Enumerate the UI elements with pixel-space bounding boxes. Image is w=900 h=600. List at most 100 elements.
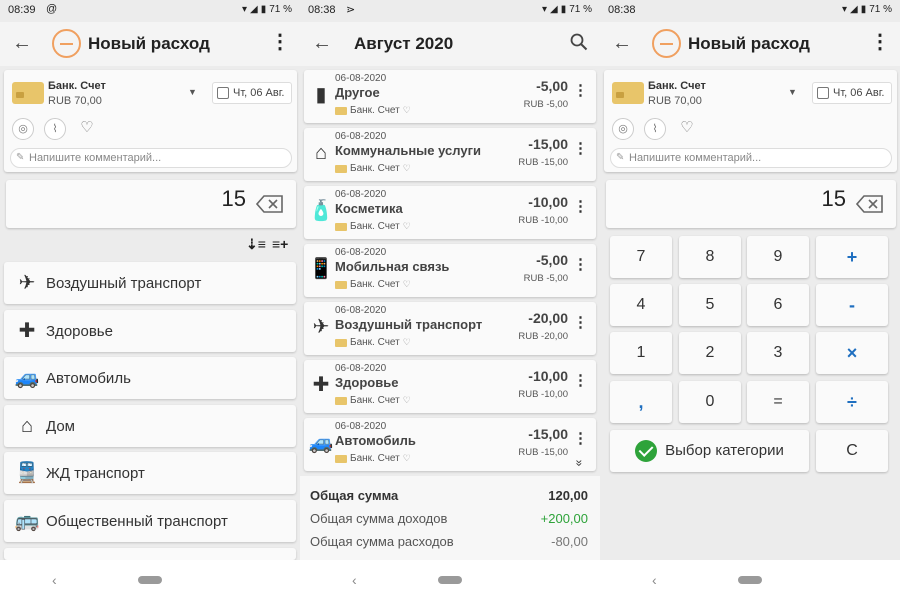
folder-icon: ▮: [315, 84, 327, 106]
transaction-menu-icon[interactable]: ⋮: [573, 141, 588, 156]
calendar-icon: [817, 87, 829, 99]
camera-icon[interactable]: ◎: [612, 118, 634, 140]
category-item[interactable]: 🚙 Автомобиль: [4, 357, 296, 399]
key-9[interactable]: 9: [747, 236, 809, 278]
nav-bar: ‹: [0, 560, 300, 600]
category-item[interactable]: ✈ Воздушный транспорт: [4, 262, 296, 304]
minus-key[interactable]: -: [816, 284, 888, 326]
transaction-currency-amount: RUB -5,00: [523, 99, 568, 110]
transaction-date: 06-08-2020: [335, 363, 387, 374]
account-name[interactable]: Банк. Счет: [648, 80, 706, 92]
transaction-row[interactable]: ✚ 06-08-2020 Здоровье -10,00 RUB -10,00 Банк.…: [304, 360, 596, 413]
sort-icon[interactable]: ⇣≡: [246, 236, 266, 253]
transaction-menu-icon[interactable]: ⋮: [573, 431, 588, 446]
date-picker[interactable]: Чт, 06 Авг.: [812, 82, 892, 104]
more-menu-icon[interactable]: ⋮: [870, 32, 890, 52]
key-2[interactable]: 2: [679, 332, 741, 374]
transaction-menu-icon[interactable]: ⋮: [573, 257, 588, 272]
transaction-menu-icon[interactable]: ⋮: [573, 373, 588, 388]
transaction-row[interactable]: 🚙 06-08-2020 Автомобиль -15,00 RUB -15,00 Бан…: [304, 418, 596, 471]
paperclip-icon[interactable]: ⌇: [644, 118, 666, 140]
account-balance: RUB 70,00: [48, 95, 102, 107]
category-label: ЖД транспорт: [46, 465, 145, 482]
multiply-key[interactable]: ×: [816, 332, 888, 374]
amount-display: 15: [606, 180, 896, 228]
category-item-partial[interactable]: [4, 548, 296, 560]
backspace-icon[interactable]: [856, 194, 884, 214]
transaction-date: 06-08-2020: [335, 189, 387, 200]
back-arrow-icon[interactable]: ←: [612, 32, 632, 55]
comment-placeholder: Напишите комментарий...: [29, 152, 162, 164]
new-expense-keypad-screen: 08:38 ▾ ◢ ▮ 71 % ← Новый расход ⋮ Банк. …: [600, 0, 900, 600]
account-dropdown-icon[interactable]: ▼: [188, 87, 197, 97]
car-icon: 🚙: [308, 432, 334, 454]
paperclip-icon[interactable]: ⌇: [44, 118, 66, 140]
transaction-amount: -10,00: [528, 194, 568, 210]
key-7[interactable]: 7: [610, 236, 672, 278]
category-item[interactable]: ✚ Здоровье: [4, 310, 296, 352]
clear-key[interactable]: C: [816, 430, 888, 472]
category-item[interactable]: 🚌 Общественный транспорт: [4, 500, 296, 542]
key-4[interactable]: 4: [610, 284, 672, 326]
home-pill-icon[interactable]: [438, 576, 462, 584]
equals-key[interactable]: =: [747, 381, 809, 423]
total-label: Общая сумма: [310, 488, 399, 503]
date-picker[interactable]: Чт, 06 Авг.: [212, 82, 292, 104]
divide-key[interactable]: ÷: [816, 381, 888, 423]
transaction-menu-icon[interactable]: ⋮: [573, 83, 588, 98]
choose-category-button[interactable]: Выбор категории: [610, 430, 809, 472]
transaction-amount: -5,00: [536, 78, 568, 94]
home-pill-icon[interactable]: [138, 576, 162, 584]
transaction-menu-icon[interactable]: ⋮: [573, 199, 588, 214]
bank-card-icon: [612, 82, 644, 104]
decimal-key[interactable]: ,: [610, 381, 672, 423]
battery-level: 71 %: [869, 4, 892, 15]
status-right: ▾ ◢ ▮ 71 %: [842, 4, 892, 15]
status-time: 08:38: [308, 4, 336, 16]
status-bar: 08:39 @ ▾ ◢ ▮ 71 %: [0, 0, 300, 22]
income-label: Общая сумма доходов: [310, 511, 448, 526]
nav-back-icon[interactable]: ‹: [52, 572, 57, 588]
tag-icon: ♡: [402, 337, 411, 347]
key-5[interactable]: 5: [679, 284, 741, 326]
status-right: ▾ ◢ ▮ 71 %: [542, 4, 592, 15]
add-tag-icon[interactable]: ♡: [76, 118, 98, 140]
key-3[interactable]: 3: [747, 332, 809, 374]
transaction-row[interactable]: 🧴 06-08-2020 Косметика -10,00 RUB -10,00 Банк…: [304, 186, 596, 239]
car-icon: 🚙: [14, 367, 40, 389]
expand-more-icon[interactable]: »: [572, 460, 586, 467]
transaction-row[interactable]: 📱 06-08-2020 Мобильная связь -5,00 RUB -5,00…: [304, 244, 596, 297]
camera-icon[interactable]: ◎: [12, 118, 34, 140]
transaction-row[interactable]: ⌂ 06-08-2020 Коммунальные услуги -15,00 RUB …: [304, 128, 596, 181]
home-pill-icon[interactable]: [738, 576, 762, 584]
comment-input[interactable]: ✎ Напишите комментарий...: [610, 148, 892, 168]
new-expense-category-screen: 08:39 @ ▾ ◢ ▮ 71 % ← Новый расход ⋮ Банк…: [0, 0, 300, 600]
add-tag-icon[interactable]: ♡: [676, 118, 698, 140]
wifi-icon: ▾: [841, 4, 847, 15]
nav-back-icon[interactable]: ‹: [352, 572, 357, 588]
more-menu-icon[interactable]: ⋮: [270, 32, 290, 52]
plus-key[interactable]: +: [816, 236, 888, 278]
account-name[interactable]: Банк. Счет: [48, 80, 106, 92]
backspace-icon[interactable]: [256, 194, 284, 214]
key-0[interactable]: 0: [679, 381, 741, 423]
nav-back-icon[interactable]: ‹: [652, 572, 657, 588]
account-dropdown-icon[interactable]: ▼: [788, 87, 797, 97]
key-8[interactable]: 8: [679, 236, 741, 278]
category-item[interactable]: 🚆 ЖД транспорт: [4, 452, 296, 494]
back-arrow-icon[interactable]: ←: [312, 32, 332, 55]
key-1[interactable]: 1: [610, 332, 672, 374]
transaction-menu-icon[interactable]: ⋮: [573, 315, 588, 330]
category-item[interactable]: ⌂ Дом: [4, 405, 296, 447]
expense-minus-icon: [652, 29, 681, 58]
transaction-date: 06-08-2020: [335, 305, 387, 316]
transactions-screen: 08:38 ⋗ ▾ ◢ ▮ 71 % ← Август 2020 ▮ 06-08-…: [300, 0, 600, 600]
transaction-row[interactable]: ▮ 06-08-2020 Другое -5,00 RUB -5,00 Банк. Сче…: [304, 70, 596, 123]
key-6[interactable]: 6: [747, 284, 809, 326]
search-icon[interactable]: [570, 33, 588, 51]
pencil-icon: ✎: [16, 152, 25, 163]
transaction-row[interactable]: ✈ 06-08-2020 Воздушный транспорт -20,00 RUB …: [304, 302, 596, 355]
add-category-icon[interactable]: ≡+: [272, 236, 288, 252]
back-arrow-icon[interactable]: ←: [12, 32, 32, 55]
comment-input[interactable]: ✎ Напишите комментарий...: [10, 148, 292, 168]
